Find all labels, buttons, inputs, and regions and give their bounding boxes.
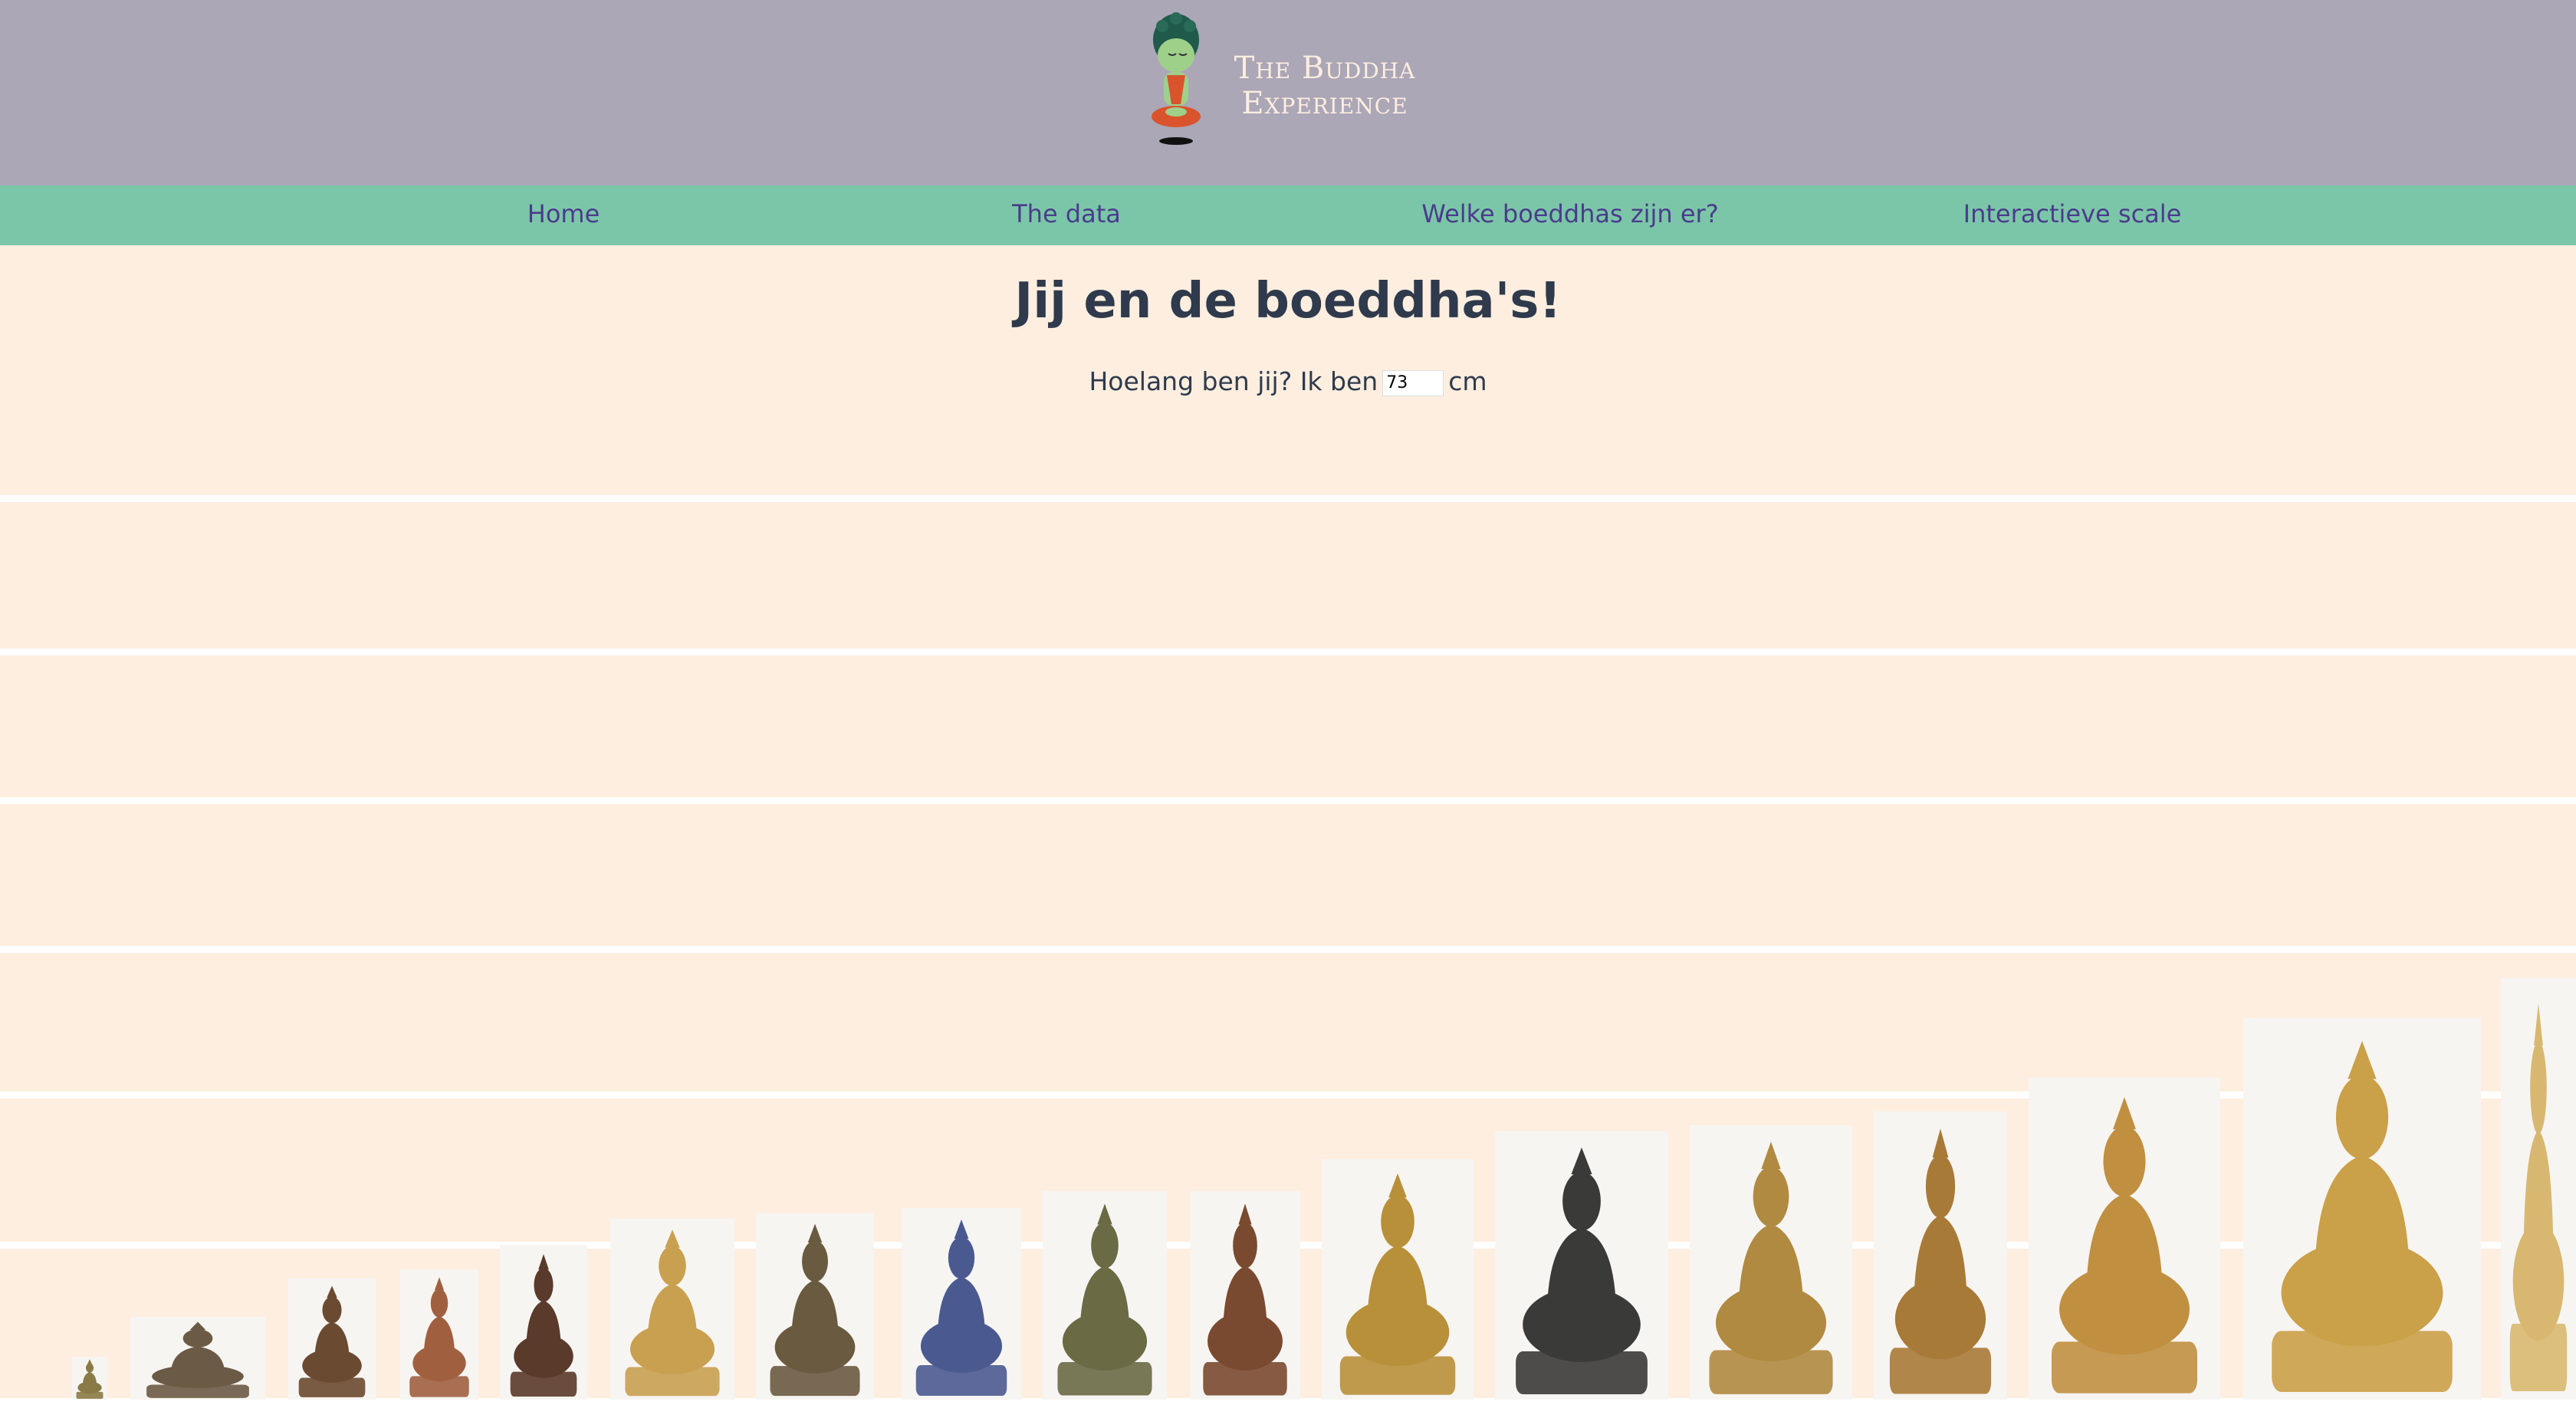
scale-gridline bbox=[0, 797, 2576, 804]
bronze-seated-buddha-statue[interactable] bbox=[756, 1213, 874, 1400]
blue-niche-buddha-statue[interactable] bbox=[902, 1208, 1021, 1400]
scale-gridline bbox=[0, 946, 2576, 953]
height-prompt-label: Hoelang ben jij? Ik ben bbox=[1089, 366, 1378, 396]
nav-item-home[interactable]: Home bbox=[527, 185, 600, 245]
nav-item-welke-boeddhas[interactable]: Welke boeddhas zijn er? bbox=[1421, 185, 1718, 245]
golden-crowned-buddha-statue[interactable] bbox=[1322, 1159, 1474, 1400]
logo-line-1: The Buddha bbox=[1234, 51, 1416, 86]
golden-bodhisattva-statue[interactable] bbox=[610, 1219, 734, 1400]
statue-figure-icon bbox=[1889, 1128, 1992, 1394]
nav-item-the-data[interactable]: The data bbox=[1012, 185, 1121, 245]
statue-figure-icon bbox=[298, 1285, 366, 1397]
statue-figure-icon bbox=[2052, 1097, 2197, 1394]
page-title: Jij en de boeddha's! bbox=[1014, 273, 1562, 330]
statue-figure-icon bbox=[1057, 1203, 1152, 1396]
nav-item-interactieve-scale[interactable]: Interactieve scale bbox=[1963, 185, 2182, 245]
height-input-row: Hoelang ben jij? Ik ben cm bbox=[0, 366, 2576, 396]
buddha-mascot-icon bbox=[1152, 12, 1201, 145]
crowned-bronze-statue[interactable] bbox=[500, 1245, 587, 1400]
statue-figure-icon bbox=[625, 1229, 720, 1397]
reclining-buddha-statue[interactable] bbox=[130, 1317, 265, 1400]
statue-figure-icon bbox=[409, 1277, 469, 1397]
scale-gridline bbox=[0, 648, 2576, 655]
partial-golden-statue[interactable] bbox=[2501, 978, 2576, 1400]
large-golden-buddha-statue[interactable] bbox=[2243, 1018, 2481, 1400]
statue-figure-icon bbox=[2272, 1040, 2453, 1393]
statue-figure-icon bbox=[76, 1359, 104, 1399]
copper-standing-figure-statue[interactable] bbox=[1190, 1191, 1300, 1400]
statue-figure-icon bbox=[510, 1254, 577, 1397]
shrine-buddha-statue[interactable] bbox=[288, 1279, 376, 1400]
statue-figure-icon bbox=[146, 1321, 249, 1398]
statue-figure-icon bbox=[2509, 1003, 2568, 1391]
statue-figure-icon bbox=[1709, 1141, 1833, 1394]
statue-figure-icon bbox=[1516, 1147, 1648, 1394]
statue-figure-icon bbox=[915, 1220, 1007, 1396]
scale-gridline bbox=[0, 495, 2576, 502]
standing-golden-buddha-statue[interactable] bbox=[1874, 1111, 2007, 1400]
height-input[interactable] bbox=[1382, 369, 1444, 396]
site-header: The Buddha Experience bbox=[0, 0, 2576, 185]
seated-buddha-statue-tiny[interactable] bbox=[72, 1357, 107, 1400]
golden-amitayus-statue[interactable] bbox=[2029, 1078, 2220, 1400]
logo-text: The Buddha Experience bbox=[1225, 51, 1424, 121]
logo-line-2: Experience bbox=[1241, 86, 1408, 121]
main-nav: Home The data Welke boeddhas zijn er? In… bbox=[0, 185, 2576, 245]
gilded-throne-buddha-statue[interactable] bbox=[1690, 1125, 1852, 1400]
statue-figure-icon bbox=[1203, 1203, 1287, 1396]
site-logo[interactable]: The Buddha Experience bbox=[1145, 9, 1437, 147]
statue-figure-icon bbox=[1339, 1173, 1456, 1395]
statue-figure-icon bbox=[770, 1223, 860, 1397]
height-unit-label: cm bbox=[1448, 366, 1487, 396]
green-bronze-buddha-statue[interactable] bbox=[1043, 1191, 1167, 1400]
dark-bronze-tara-statue[interactable] bbox=[1495, 1131, 1668, 1400]
haloed-buddha-statue[interactable] bbox=[400, 1269, 478, 1400]
